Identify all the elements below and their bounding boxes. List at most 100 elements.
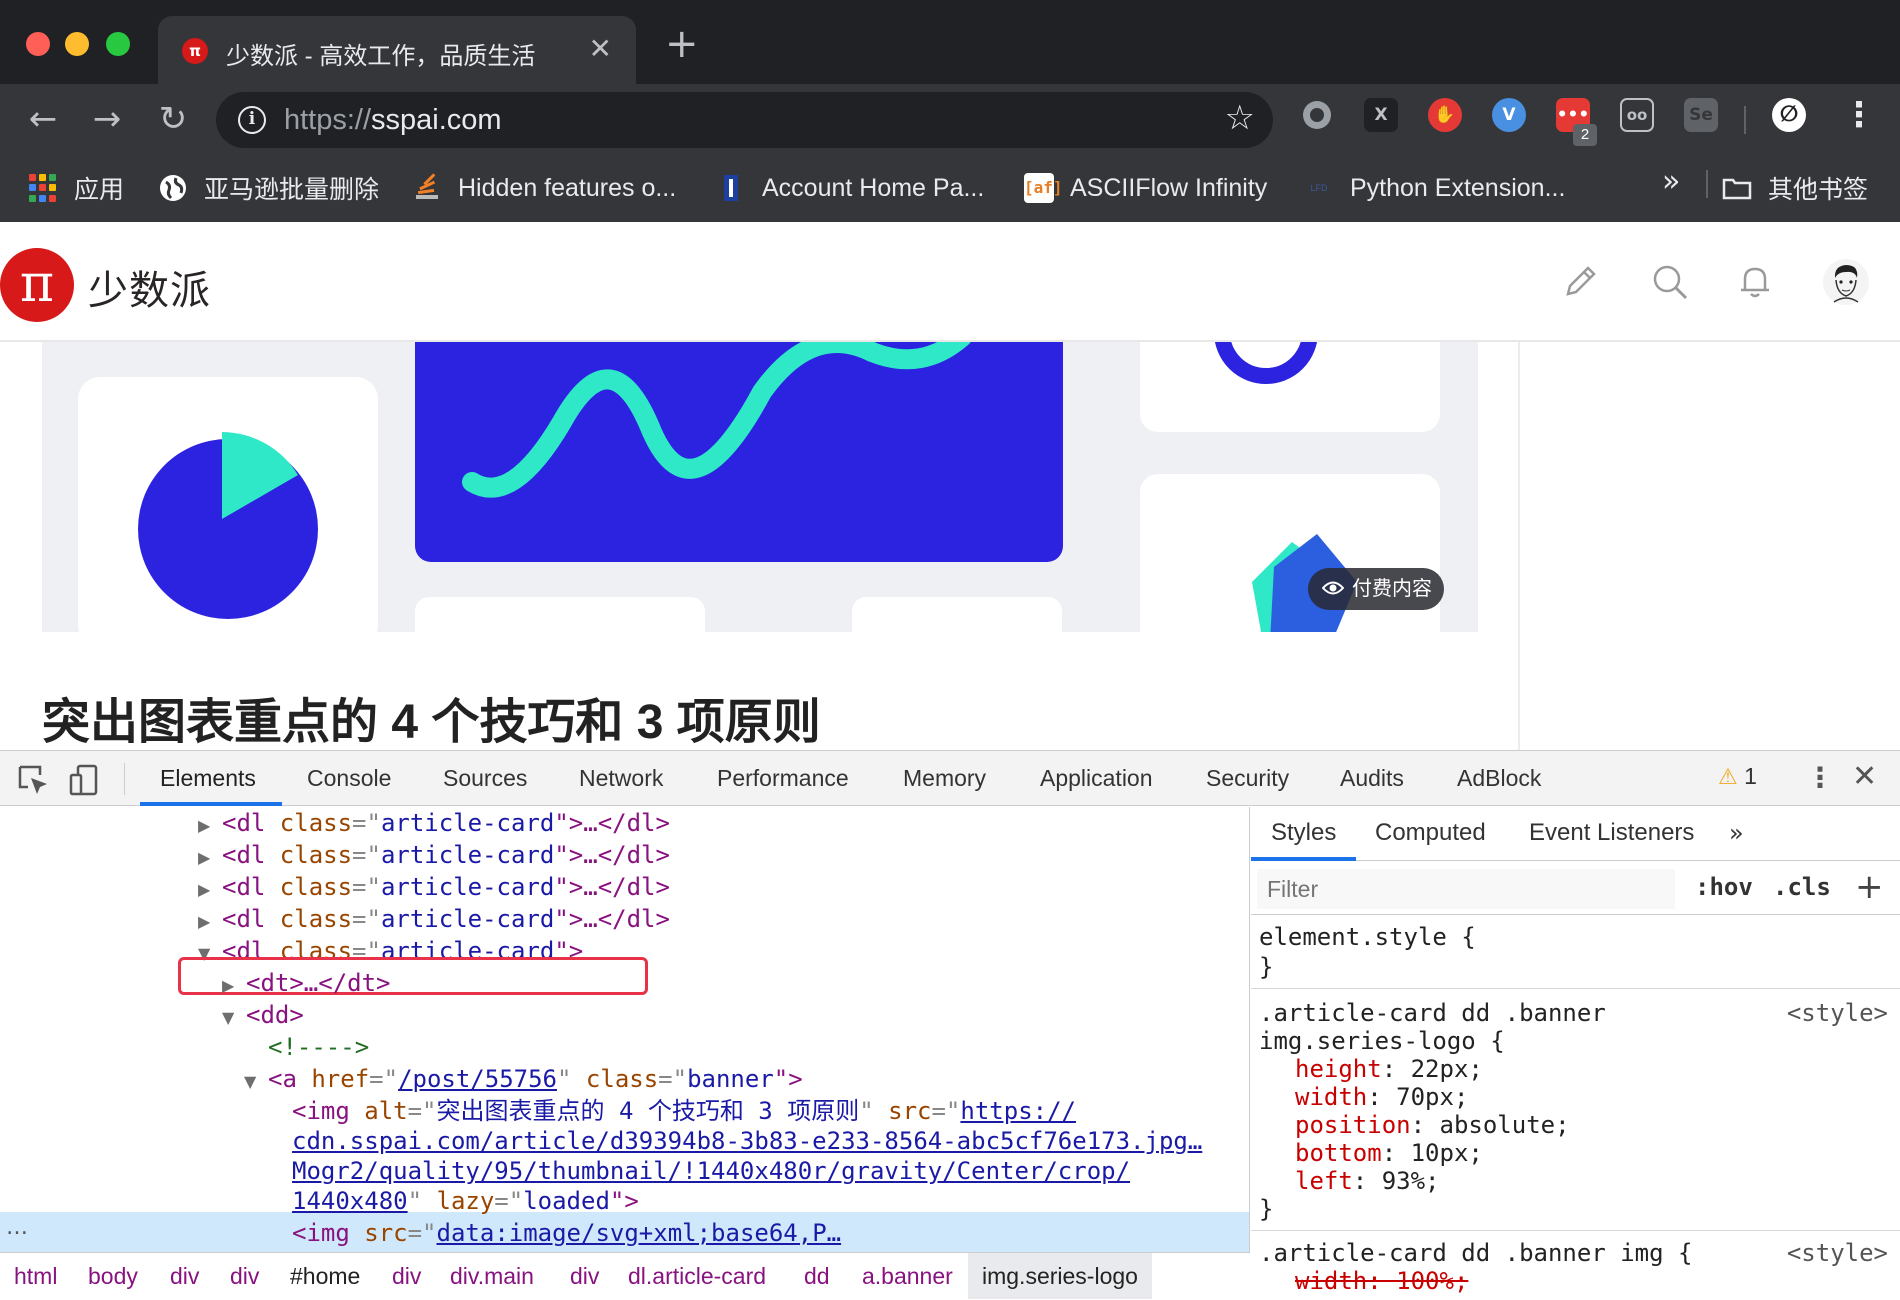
post-link[interactable]: /post/55756	[398, 1065, 557, 1093]
tab-adblock[interactable]: AdBlock	[1457, 765, 1541, 792]
styles-filter-input[interactable]	[1257, 869, 1675, 909]
dom-img-src-continued[interactable]: cdn.sspai.com/article/d39394b8-3b83-e233…	[292, 1125, 1202, 1157]
dom-img-src-continued[interactable]: 1440x480" lazy="loaded">	[292, 1185, 639, 1217]
new-tab-button[interactable]: +	[665, 24, 699, 64]
css-declaration[interactable]: width: 70px;	[1295, 1083, 1468, 1111]
overridden-declaration[interactable]: width: 100%;	[1295, 1267, 1468, 1295]
tab-network[interactable]: Network	[579, 765, 663, 792]
address-bar[interactable]: i https://sspai.com ☆	[216, 92, 1273, 148]
css-declaration[interactable]: height: 22px;	[1295, 1055, 1483, 1083]
breadcrumb-item[interactable]: body	[88, 1263, 138, 1290]
minimize-window-button[interactable]	[65, 32, 89, 56]
breadcrumb-item[interactable]: div.main	[450, 1263, 534, 1290]
tab-console[interactable]: Console	[307, 765, 391, 792]
bookmark-apps[interactable]: 应用	[28, 168, 124, 208]
dom-node-img-banner[interactable]: <img alt="突出图表重点的 4 个技巧和 3 项原则" src="htt…	[292, 1095, 1076, 1127]
dom-node-a-banner[interactable]: ▼ <a href="/post/55756" class="banner">	[244, 1063, 803, 1095]
record-extension-icon[interactable]	[1300, 98, 1334, 132]
img-src-link[interactable]: data:image/svg+xml;base64,P…	[437, 1219, 842, 1247]
tab-security[interactable]: Security	[1206, 765, 1289, 792]
breadcrumb-item[interactable]: div	[570, 1263, 599, 1290]
collapse-triangle-icon[interactable]: ▼	[222, 1002, 246, 1034]
close-window-button[interactable]	[26, 32, 50, 56]
css-declaration[interactable]: left: 93%;	[1295, 1167, 1440, 1195]
bookmark-stackoverflow[interactable]: Hidden features o...	[412, 168, 676, 208]
expand-triangle-icon[interactable]: ▶	[222, 970, 246, 1002]
browser-menu-icon[interactable]: ⋮	[1842, 98, 1876, 132]
sspai-logo-icon[interactable]: π	[0, 248, 74, 322]
bookmark-amazon[interactable]: 亚马逊批量删除	[158, 168, 379, 208]
bell-icon[interactable]	[1735, 262, 1775, 302]
breadcrumb-item[interactable]: div	[392, 1263, 421, 1290]
v-extension-icon[interactable]: V	[1492, 98, 1526, 132]
element-style-selector[interactable]: element.style {	[1259, 923, 1476, 951]
inspect-element-icon[interactable]	[16, 763, 50, 797]
x-extension-icon[interactable]: X	[1364, 98, 1398, 132]
tab-memory[interactable]: Memory	[903, 765, 986, 792]
url-text[interactable]: https://sspai.com	[284, 104, 502, 137]
avatar[interactable]	[1822, 258, 1870, 306]
tab-audits[interactable]: Audits	[1340, 765, 1404, 792]
collapse-triangle-icon[interactable]: ▼	[244, 1066, 268, 1098]
dom-node-article-card[interactable]: ▶ <dl class="article-card">…</dl>	[198, 871, 670, 903]
dom-node-dt[interactable]: ▶ <dt>…</dt>	[222, 967, 391, 999]
breadcrumb-item[interactable]: dl.article-card	[628, 1263, 766, 1290]
dom-node-img-series-logo[interactable]: <img src="data:image/svg+xml;base64,P…	[292, 1217, 841, 1249]
se-extension-icon[interactable]: Se	[1684, 98, 1718, 132]
glasses-extension-icon[interactable]: oo	[1620, 98, 1654, 132]
dom-node-article-card[interactable]: ▶ <dl class="article-card">…</dl>	[198, 903, 670, 935]
new-style-rule-button[interactable]: +	[1855, 867, 1884, 907]
class-toggle-button[interactable]: .cls	[1773, 873, 1831, 901]
css-declaration[interactable]: bottom: 10px;	[1295, 1139, 1483, 1167]
device-toolbar-icon[interactable]	[68, 763, 102, 797]
breadcrumb-item[interactable]: div	[170, 1263, 199, 1290]
bookmark-star-icon[interactable]: ☆	[1225, 98, 1255, 138]
more-tabs-button[interactable]: »	[1729, 819, 1744, 847]
tab-sources[interactable]: Sources	[443, 765, 527, 792]
expand-triangle-icon[interactable]: ▶	[198, 842, 222, 874]
reload-button[interactable]: ↻	[150, 96, 196, 142]
bookmark-python-extension[interactable]: LFD Python Extension...	[1304, 168, 1565, 208]
dom-node-dd[interactable]: ▼ <dd>	[222, 999, 304, 1031]
maximize-window-button[interactable]	[106, 32, 130, 56]
expand-triangle-icon[interactable]: ▶	[198, 906, 222, 938]
tab-styles[interactable]: Styles	[1271, 819, 1336, 847]
img-src-link[interactable]: https://	[960, 1097, 1076, 1125]
other-bookmarks-folder[interactable]: 其他书签	[1722, 168, 1868, 208]
devtools-close-icon[interactable]: ✕	[1852, 759, 1877, 794]
rule-source-link[interactable]: <style>	[1787, 1239, 1888, 1267]
dom-img-src-continued[interactable]: Mogr2/quality/95/thumbnail/!1440x480r/gr…	[292, 1155, 1130, 1187]
site-logo-text[interactable]: 少数派	[88, 258, 211, 316]
breadcrumb-item[interactable]: div	[230, 1263, 259, 1290]
article-title[interactable]: 突出图表重点的 4 个技巧和 3 项原则	[42, 682, 821, 750]
rule-selector[interactable]: .article-card dd .banner	[1259, 999, 1606, 1027]
warnings-counter[interactable]: ⚠ 1	[1718, 763, 1757, 790]
rule-selector[interactable]: img.series-logo {	[1259, 1027, 1505, 1055]
tab-performance[interactable]: Performance	[717, 765, 849, 792]
expand-triangle-icon[interactable]: ▶	[198, 874, 222, 906]
css-declaration[interactable]: position: absolute;	[1295, 1111, 1570, 1139]
breadcrumb-item[interactable]: dd	[804, 1263, 830, 1290]
adblock-extension-icon[interactable]: ✋	[1428, 98, 1462, 132]
dom-node-article-card[interactable]: ▶ <dl class="article-card">…</dl>	[198, 807, 670, 839]
devtools-menu-icon[interactable]: ⋮	[1806, 761, 1834, 794]
bookmark-asciiflow[interactable]: [af] ASCIIFlow Infinity	[1024, 168, 1267, 208]
breadcrumb-item[interactable]: a.banner	[862, 1263, 953, 1290]
breadcrumb-item[interactable]: html	[14, 1263, 57, 1290]
back-button[interactable]: ←	[20, 96, 66, 142]
bookmarks-more-button[interactable]: »	[1662, 164, 1680, 199]
profile-extension-icon[interactable]: ∅	[1772, 98, 1806, 132]
pencil-icon[interactable]	[1560, 262, 1600, 302]
browser-tab[interactable]: π 少数派 - 高效工作，品质生活 ✕	[158, 16, 636, 84]
hover-state-button[interactable]: :hov	[1695, 873, 1753, 901]
rule-selector[interactable]: .article-card dd .banner img {	[1259, 1239, 1692, 1267]
breadcrumb-item[interactable]: #home	[290, 1263, 360, 1290]
article-banner-image[interactable]	[42, 342, 1478, 632]
dom-node-article-card[interactable]: ▶ <dl class="article-card">…</dl>	[198, 839, 670, 871]
tab-event-listeners[interactable]: Event Listeners	[1529, 819, 1694, 847]
tab-close-icon[interactable]: ✕	[589, 32, 612, 65]
bookmark-account-home[interactable]: Account Home Pa...	[716, 168, 984, 208]
tab-elements[interactable]: Elements	[160, 765, 256, 792]
node-options-dots[interactable]: …	[6, 1215, 28, 1240]
tab-application[interactable]: Application	[1040, 765, 1153, 792]
